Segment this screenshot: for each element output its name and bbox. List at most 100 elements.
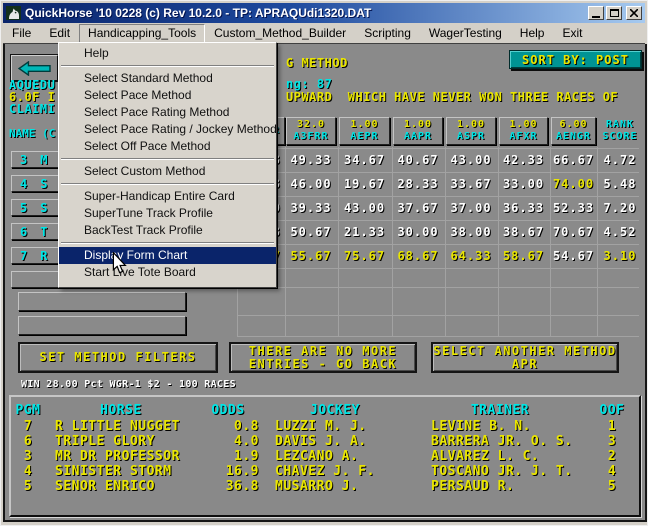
results-header-trainer: TRAINER <box>470 403 530 418</box>
column-header-code: AENGR <box>555 131 592 142</box>
results-cell-odds: 16.9 <box>225 464 259 479</box>
cell-r0-c7: 4.72 <box>603 153 637 167</box>
menu-item-backtest-track-profile[interactable]: BackTest Track Profile <box>59 222 276 239</box>
cell-r4-c3: 68.67 <box>397 249 439 263</box>
row-number: 4 <box>20 176 28 191</box>
results-row: 7 R LITTLE NUGGET 0.8 LUZZI M. J. LEVINE B. … <box>11 419 639 434</box>
window-title: QuickHorse '10 0228 (c) Rev 10.2.0 - TP:… <box>25 6 372 20</box>
close-button[interactable] <box>626 6 642 20</box>
column-header-aengr[interactable]: 6.00 AENGR <box>551 117 596 145</box>
cell-r0-c4: 43.00 <box>450 153 492 167</box>
menu-separator <box>61 158 274 160</box>
select-another-method-button[interactable]: SELECT ANOTHER METHOD APR <box>431 342 619 373</box>
results-cell-jockey: LUZZI M. J. <box>275 419 367 434</box>
column-header-aspr[interactable]: 1.00 ASPR <box>446 117 496 145</box>
menubar-item-exit[interactable]: Exit <box>553 24 591 43</box>
blank-entry-button-2[interactable] <box>18 316 186 335</box>
cell-r3-c5: 38.67 <box>502 225 545 239</box>
select-another-method-line1: SELECT ANOTHER METHOD <box>433 343 617 358</box>
menubar-item-wagertesting[interactable]: WagerTesting <box>420 24 511 43</box>
results-cell-trainer: BARRERA JR. O. S. <box>431 434 573 449</box>
results-cell-pgm: 3 <box>23 449 33 464</box>
results-cell-jockey: DAVIS J. A. <box>275 434 367 449</box>
no-more-entries-button[interactable]: THERE ARE NO MORE ENTRIES - GO BACK <box>229 342 417 373</box>
column-header-top: 1.00 <box>350 119 379 130</box>
menu-item-help[interactable]: Help <box>59 45 276 62</box>
title-bar: QuickHorse '10 0228 (c) Rev 10.2.0 - TP:… <box>3 3 645 23</box>
select-another-method-line2: APR <box>511 356 539 371</box>
cell-r0-c6: 66.67 <box>552 153 595 167</box>
sort-by-post-button[interactable]: SORT BY: POST <box>509 50 642 69</box>
grid-hline <box>237 287 639 288</box>
results-header-row: PGM HORSE ODDS JOCKEY TRAINER OOF <box>11 403 639 418</box>
close-icon <box>630 9 638 17</box>
results-cell-odds: 36.8 <box>225 479 259 494</box>
cell-r4-c1: 55.67 <box>290 249 332 263</box>
menu-item-select-pace-method[interactable]: Select Pace Method <box>59 87 276 104</box>
horse-app-icon <box>6 6 21 20</box>
row-button-4[interactable]: 4S <box>11 175 61 192</box>
cell-r2-c7: 7.20 <box>603 201 637 215</box>
results-header-jockey: JOCKEY <box>310 403 360 418</box>
blank-entry-button-1[interactable] <box>18 292 186 311</box>
minimize-button[interactable] <box>588 6 604 20</box>
set-method-filters-button[interactable]: SET METHOD FILTERS <box>18 342 218 373</box>
column-header-code: AFXR <box>509 131 538 142</box>
menu-item-select-pace-rating-method[interactable]: Select Pace Rating Method <box>59 104 276 121</box>
column-header-code: AEPR <box>350 131 379 142</box>
cell-r0-c5: 42.33 <box>502 153 545 167</box>
minimize-icon <box>592 15 600 18</box>
cell-r1-c7: 5.48 <box>603 177 637 191</box>
menu-item-supertune-track-profile[interactable]: SuperTune Track Profile <box>59 205 276 222</box>
race-condition-line: UPWARD WHICH HAVE NEVER WON THREE RACES … <box>286 90 619 104</box>
horse-name-fragment: R <box>40 248 48 263</box>
menu-item-display-form-chart[interactable]: Display Form Chart <box>59 247 276 264</box>
maximize-button[interactable] <box>606 6 622 20</box>
menu-item-super-handicap-entire-card[interactable]: Super-Handicap Entire Card <box>59 188 276 205</box>
results-cell-trainer: PERSAUD R. <box>431 479 515 494</box>
row-button-3[interactable]: 3M <box>11 151 61 168</box>
menu-item-select-off-pace-method[interactable]: Select Off Pace Method <box>59 138 276 155</box>
row-button-6[interactable]: 6T <box>11 223 61 240</box>
horse-name-fragment: M <box>40 152 48 167</box>
menu-item-select-standard-method[interactable]: Select Standard Method <box>59 70 276 87</box>
column-header-aapr[interactable]: 1.00 AAPR <box>393 117 443 145</box>
cell-r2-c3: 37.67 <box>397 201 439 215</box>
app-window: QuickHorse '10 0228 (c) Rev 10.2.0 - TP:… <box>0 0 648 526</box>
results-row: 5 SENOR ENRICO 36.8 MUSARRO J. PERSAUD R. 5 <box>11 479 639 494</box>
row-button-5[interactable]: 5S <box>11 199 61 216</box>
back-arrow-icon <box>17 60 51 76</box>
grid-vline <box>597 147 598 337</box>
menu-item-start-live-tote-board[interactable]: Start Live Tote Board <box>59 264 276 281</box>
column-header-top: 32.0 <box>296 119 326 130</box>
cell-r3-c7: 4.52 <box>603 225 637 239</box>
sort-by-post-label: SORT BY: POST <box>522 52 629 67</box>
menubar-item-custom-method-builder[interactable]: Custom_Method_Builder <box>205 24 355 43</box>
results-cell-trainer: TOSCANO JR. J. T. <box>431 464 573 479</box>
row-button-7[interactable]: 7R <box>11 247 61 264</box>
column-header-afxr[interactable]: 1.00 AFXR <box>499 117 548 145</box>
column-header-aepr[interactable]: 1.00 AEPR <box>339 117 390 145</box>
results-cell-jockey: LEZCANO A. <box>275 449 359 464</box>
results-header-odds: ODDS <box>211 403 245 418</box>
column-header-top: 6.00 <box>559 119 588 130</box>
menubar-item-scripting[interactable]: Scripting <box>355 24 420 43</box>
results-cell-horse: SINISTER STORM <box>55 464 172 479</box>
column-header-top: 1.00 <box>403 119 433 130</box>
menubar-item-handicapping-tools[interactable]: Handicapping_Tools <box>79 23 206 43</box>
cell-r2-c5: 36.33 <box>502 201 545 215</box>
results-cell-oof: 3 <box>607 434 617 449</box>
results-row: 4 SINISTER STORM 16.9 CHAVEZ J. F. TOSCANO J… <box>11 464 639 479</box>
row-button-blank[interactable] <box>11 271 61 288</box>
menu-item-select-custom-method[interactable]: Select Custom Method <box>59 163 276 180</box>
column-header-a3frr[interactable]: 32.0 A3FRR <box>286 117 336 145</box>
results-header-horse: HORSE <box>100 403 142 418</box>
column-header-code: AAPR <box>403 131 433 142</box>
cell-r4-c2: 75.67 <box>343 249 386 263</box>
menubar-item-edit[interactable]: Edit <box>40 24 79 43</box>
menubar-item-help[interactable]: Help <box>511 24 554 43</box>
results-cell-trainer: LEVINE B. N. <box>431 419 531 434</box>
menubar-item-file[interactable]: File <box>3 24 40 43</box>
menu-item-select-pace-rating-jockey-method[interactable]: Select Pace Rating / Jockey Method <box>59 121 277 138</box>
results-cell-jockey: MUSARRO J. <box>275 479 359 494</box>
